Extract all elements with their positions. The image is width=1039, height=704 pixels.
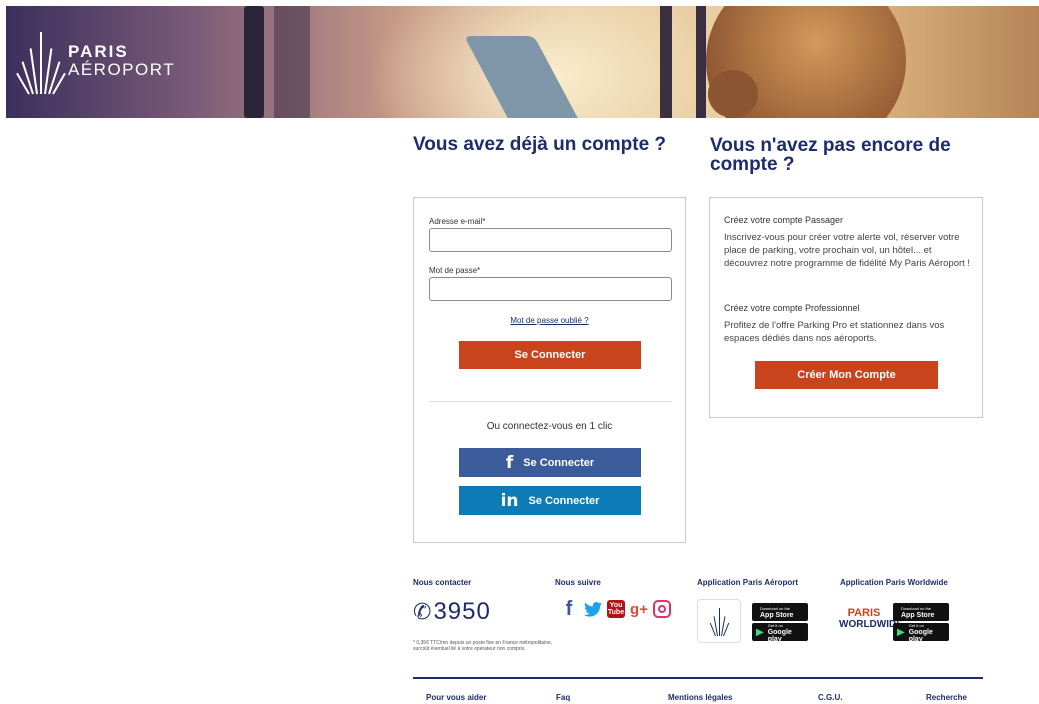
facebook-login-label: Se Connecter (523, 456, 595, 469)
google-play-icon: ▶ (897, 626, 905, 638)
pw-app-store-small: Download on the (901, 606, 932, 611)
youtube-icon-line1: You (609, 602, 623, 609)
email-label: Adresse e-mail* (429, 217, 486, 226)
signup-panel: Créez votre compte Passager Inscrivez-vo… (709, 197, 983, 418)
footer-link-help[interactable]: Pour vous aider (426, 693, 486, 702)
social-links: f You Tube g+ (559, 598, 671, 620)
passenger-account-text: Inscrivez-vous pour créer votre alerte v… (724, 232, 971, 269)
pro-account-title: Créez votre compte Professionnel (724, 303, 860, 313)
divider (429, 401, 672, 402)
follow-title: Nous suivre (555, 578, 601, 587)
pro-account-text: Profitez de l'offre Parking Pro et stati… (724, 320, 945, 344)
pa-app-store-small: Download on the (760, 606, 791, 611)
banner-window-frame (244, 6, 264, 118)
app-paris-worldwide-title: Application Paris Worldwide (840, 578, 948, 587)
oneclick-text: Ou connectez-vous en 1 clic (486, 421, 613, 432)
facebook-icon[interactable]: f (559, 598, 579, 620)
banner-window-frame (274, 6, 310, 118)
phone-icon: ✆ (413, 599, 432, 625)
pa-google-play-big: Google play (767, 628, 792, 643)
paris-aeroport-logo[interactable]: PARIS AÉROPORT (16, 28, 175, 95)
banner-person-hair (708, 70, 758, 118)
pw-app-store-text: Download on the App Store (901, 605, 934, 619)
logo-text: PARIS AÉROPORT (68, 43, 175, 79)
paris-worldwide-app-icon[interactable]: PARIS WORLDWIDE (839, 607, 903, 631)
paris-aeroport-app-icon[interactable] (697, 599, 741, 643)
facebook-login-button[interactable]: f Se Connecter (459, 448, 641, 477)
linkedin-icon: in (500, 490, 519, 511)
passenger-account-title: Créez votre compte Passager (724, 215, 844, 225)
password-field[interactable] (429, 277, 672, 301)
pa-app-store-text: Download on the App Store (760, 605, 793, 619)
instagram-icon[interactable] (653, 600, 671, 618)
pw-google-play-small: Get it on (908, 622, 924, 628)
pw-google-play-badge[interactable]: ▶ Get it on Google play (893, 622, 949, 643)
pa-google-play-small: Get it on (767, 622, 783, 628)
login-button[interactable]: Se Connecter (459, 341, 641, 369)
forgot-password-link[interactable]: Mot de passe oublié ? (414, 316, 685, 325)
login-panel: Adresse e-mail* Mot de passe* Mot de pas… (413, 197, 686, 543)
login-heading: Vous avez déjà un compte ? (413, 134, 667, 155)
banner-window-frame (660, 6, 672, 118)
footer-link-faq[interactable]: Faq (556, 693, 570, 702)
signup-heading: Vous n'avez pas encore de compte ? (710, 135, 951, 175)
contact-title: Nous contacter (413, 578, 472, 587)
pa-google-play-badge[interactable]: ▶ Get it on Google play (752, 622, 808, 643)
youtube-icon-line2: Tube (607, 609, 625, 616)
footer-link-cgu[interactable]: C.G.U. (818, 693, 842, 702)
google-play-icon: ▶ (756, 626, 764, 638)
logo-line1: PARIS (68, 42, 129, 61)
pw-app-store-big: App Store (901, 612, 935, 619)
banner-window-frame (696, 6, 706, 118)
youtube-icon[interactable]: You Tube (607, 600, 625, 618)
googleplus-icon[interactable]: g+ (629, 598, 649, 620)
footer-link-legal[interactable]: Mentions légales (668, 693, 732, 702)
password-label: Mot de passe* (429, 266, 481, 275)
pw-logo-line1: PARIS (847, 607, 881, 619)
pw-google-play-big: Google play (908, 628, 933, 643)
pa-google-play-text: Get it on Google play (768, 622, 804, 643)
paris-aeroport-app-logo-icon (709, 606, 730, 637)
linkedin-login-label: Se Connecter (528, 494, 600, 507)
logo-mark-icon (16, 28, 66, 95)
footer-link-search[interactable]: Recherche (926, 693, 967, 702)
linkedin-login-button[interactable]: in Se Connecter (459, 486, 641, 515)
phone-number: 3950 (433, 598, 491, 625)
app-paris-aeroport-title: Application Paris Aéroport (697, 578, 799, 587)
facebook-icon: f (505, 452, 514, 473)
pw-app-store-badge[interactable]: Download on the App Store (893, 603, 949, 621)
footer-divider (413, 677, 983, 679)
hero-banner: PARIS AÉROPORT (6, 6, 1039, 118)
phone-note: * 0,35€ TTC/mn depuis un poste fixe en F… (413, 640, 553, 652)
logo-line2: AÉROPORT (68, 60, 176, 79)
pa-app-store-big: App Store (760, 612, 794, 619)
create-account-button[interactable]: Créer Mon Compte (755, 361, 938, 389)
pw-logo-line2: WORLDWIDE (839, 619, 903, 630)
pw-google-play-text: Get it on Google play (909, 622, 945, 643)
phone-contact[interactable]: ✆ 3950 (413, 598, 491, 626)
pa-app-store-badge[interactable]: Download on the App Store (752, 603, 808, 621)
twitter-icon[interactable] (583, 598, 603, 620)
email-field[interactable] (429, 228, 672, 252)
